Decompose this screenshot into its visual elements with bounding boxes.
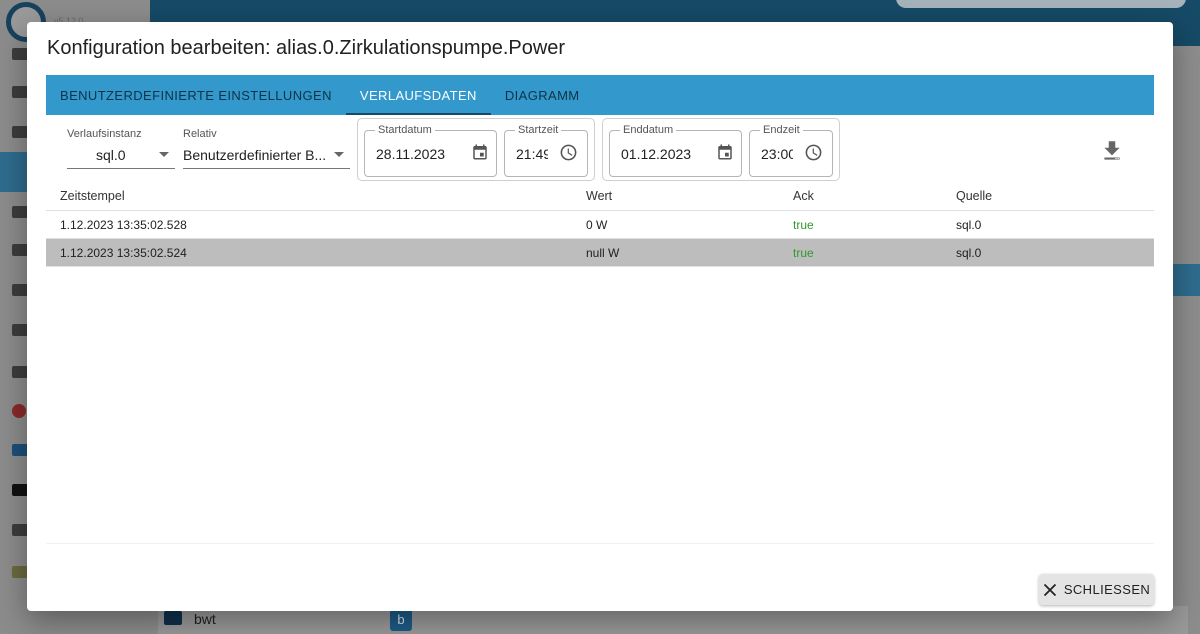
- table-header: Zeitstempel Wert Ack Quelle: [46, 182, 1154, 211]
- start-time-label: Startzeit: [515, 124, 562, 136]
- folder-icon: [164, 611, 182, 625]
- dialog-title: Konfiguration bearbeiten: alias.0.Zirkul…: [47, 37, 566, 59]
- users-icon: [12, 284, 28, 296]
- devices-icon: [12, 206, 28, 218]
- instance-select[interactable]: sql.0: [67, 141, 175, 169]
- cell-value: 0 W: [586, 217, 608, 232]
- adapters-icon: [12, 86, 28, 98]
- bg-right-strip: [1172, 264, 1200, 296]
- start-time-value: 21:49: [516, 146, 548, 162]
- close-icon: [1043, 583, 1056, 596]
- header-value[interactable]: Wert: [586, 182, 612, 210]
- cell-ack: true: [793, 245, 814, 260]
- config-dialog: Konfiguration bearbeiten: alias.0.Zirkul…: [27, 22, 1173, 611]
- end-time-value: 23:00: [761, 146, 793, 162]
- calendar-icon[interactable]: [716, 143, 734, 166]
- chevron-down-icon: [334, 152, 344, 157]
- close-button[interactable]: SCHLIESSEN: [1039, 574, 1154, 605]
- calendar-icon[interactable]: [471, 143, 489, 166]
- terminal-icon: [12, 484, 28, 496]
- start-group: Startdatum 28.11.2023 Startzeit 21:49: [357, 118, 595, 181]
- cell-time: 1.12.2023 13:35:02.524: [60, 245, 187, 260]
- end-time-label: Endzeit: [760, 124, 803, 136]
- header-ack[interactable]: Ack: [793, 182, 814, 210]
- start-time-field[interactable]: Startzeit 21:49: [504, 124, 588, 177]
- download-button[interactable]: [1099, 138, 1125, 164]
- text-icon: [12, 524, 28, 536]
- end-time-field[interactable]: Endzeit 23:00: [749, 124, 833, 177]
- table-row[interactable]: 1.12.2023 13:35:02.524 null W true sql.0: [46, 239, 1154, 267]
- start-date-label: Startdatum: [375, 124, 435, 136]
- enums-icon: [12, 324, 28, 336]
- scripts-icon: [12, 444, 28, 456]
- instances-icon: [12, 126, 28, 138]
- history-table: Zeitstempel Wert Ack Quelle 1.12.2023 13…: [46, 182, 1154, 267]
- hosts-icon: [12, 404, 26, 418]
- relative-label: Relativ: [183, 128, 217, 140]
- start-date-value: 28.11.2023: [376, 146, 446, 162]
- download-icon: [1104, 141, 1120, 160]
- relative-select[interactable]: Benutzerdefinierter B...: [183, 141, 350, 169]
- apps-icon: [12, 48, 28, 60]
- end-date-field[interactable]: Enddatum 01.12.2023: [609, 124, 742, 177]
- files-icon: [12, 366, 28, 378]
- bg-search-field: [896, 0, 1186, 8]
- bg-folder-badge: b: [390, 609, 412, 631]
- start-date-field[interactable]: Startdatum 28.11.2023: [364, 124, 497, 177]
- eco-icon: [12, 566, 28, 578]
- header-time[interactable]: Zeitstempel: [60, 182, 125, 210]
- table-row[interactable]: 1.12.2023 13:35:02.528 0 W true sql.0: [46, 211, 1154, 239]
- tab-custom-settings[interactable]: BENUTZERDEFINIERTE EINSTELLUNGEN: [46, 75, 346, 115]
- cell-source: sql.0: [956, 217, 982, 232]
- clock-icon[interactable]: [559, 143, 578, 167]
- end-date-value: 01.12.2023: [621, 146, 692, 162]
- end-group: Enddatum 01.12.2023 Endzeit 23:00: [602, 118, 840, 181]
- chevron-down-icon: [159, 152, 169, 157]
- cell-ack: true: [793, 217, 814, 232]
- instance-label: Verlaufsinstanz: [67, 128, 142, 140]
- tab-chart[interactable]: DIAGRAMM: [491, 75, 594, 115]
- clock-icon[interactable]: [804, 143, 823, 167]
- tab-bar: BENUTZERDEFINIERTE EINSTELLUNGEN VERLAUF…: [46, 75, 1154, 115]
- cell-time: 1.12.2023 13:35:02.528: [60, 217, 187, 232]
- tab-history-data[interactable]: VERLAUFSDATEN: [345, 75, 491, 115]
- bg-folder-label: bwt: [194, 611, 216, 627]
- instance-value: sql.0: [96, 146, 126, 163]
- close-label: SCHLIESSEN: [1063, 582, 1151, 597]
- divider: [46, 543, 1154, 544]
- cell-value: null W: [586, 245, 620, 260]
- relative-value: Benutzerdefinierter B...: [183, 146, 327, 163]
- header-source[interactable]: Quelle: [956, 182, 992, 210]
- cell-source: sql.0: [956, 245, 982, 260]
- end-date-label: Enddatum: [620, 124, 677, 136]
- logs-icon: [12, 244, 28, 256]
